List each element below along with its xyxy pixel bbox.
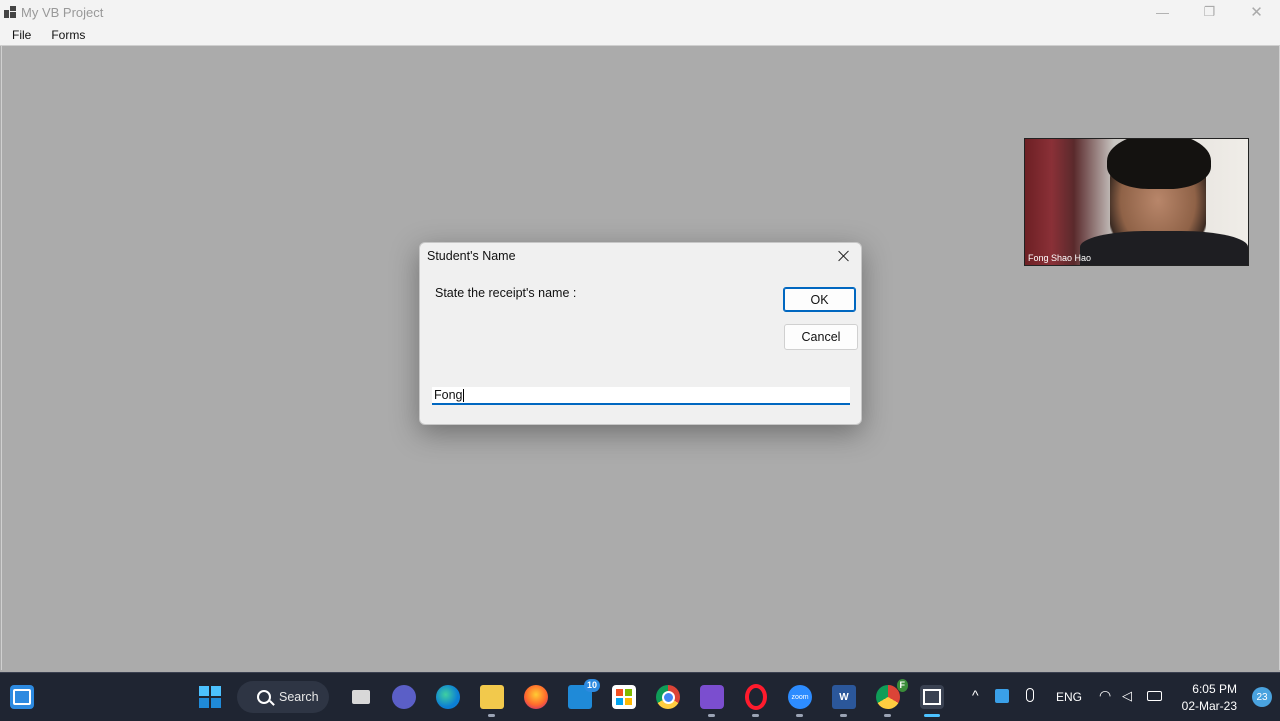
menubar: File Forms (0, 24, 1280, 46)
profile-badge: F (896, 679, 908, 692)
microphone-icon[interactable] (1026, 688, 1034, 702)
close-icon[interactable] (835, 247, 853, 265)
menu-file[interactable]: File (0, 28, 39, 42)
wifi-icon[interactable]: ◠ (1099, 687, 1111, 704)
video-tile: Fong Shao Hao (1024, 138, 1249, 266)
close-window-button[interactable]: ✕ (1233, 0, 1280, 24)
edge-icon[interactable] (436, 685, 460, 709)
name-input[interactable]: Fong (432, 387, 850, 405)
chrome-icon[interactable] (656, 685, 680, 709)
name-input-value: Fong (434, 388, 463, 402)
search-icon (257, 690, 271, 704)
chrome-profile-icon[interactable]: F (876, 679, 908, 709)
chevron-up-icon[interactable]: ^ (972, 687, 979, 703)
security-icon[interactable] (995, 689, 1009, 703)
cancel-button[interactable]: Cancel (784, 324, 858, 350)
dialog-title: Student's Name (427, 249, 516, 263)
firefox-icon[interactable] (524, 685, 548, 709)
battery-icon[interactable] (1147, 691, 1162, 701)
input-dialog: Student's Name State the receipt's name … (419, 242, 862, 425)
taskbar: Search 10 zoom W F ^ ENG ◠ ◁ 6:05 PM 02-… (0, 672, 1280, 721)
dialog-prompt: State the receipt's name : (435, 286, 577, 300)
participant-body (1080, 231, 1248, 265)
ok-button[interactable]: OK (783, 287, 856, 312)
window-titlebar: My VB Project — ❐ ✕ (0, 0, 1280, 24)
menu-forms[interactable]: Forms (39, 28, 93, 42)
volume-icon[interactable]: ◁ (1122, 688, 1132, 704)
store-icon[interactable] (612, 685, 636, 709)
participant-hair (1107, 139, 1211, 189)
text-caret (462, 388, 464, 402)
taskbar-search[interactable]: Search (237, 681, 329, 713)
participant-name: Fong Shao Hao (1028, 253, 1092, 263)
search-label: Search (279, 690, 319, 704)
word-icon[interactable]: W (832, 685, 856, 709)
app-icon (4, 6, 16, 18)
file-explorer-icon[interactable] (480, 685, 504, 709)
mail-icon[interactable]: 10 (568, 679, 600, 709)
restore-button[interactable]: ❐ (1186, 0, 1233, 24)
task-view-icon[interactable] (349, 685, 373, 709)
start-icon[interactable] (198, 685, 222, 709)
widgets-icon[interactable] (10, 685, 34, 709)
mail-badge: 10 (583, 679, 600, 692)
window-title: My VB Project (21, 4, 104, 20)
clock-time: 6:05 PM (1192, 682, 1237, 696)
vb-app-icon[interactable] (920, 685, 944, 709)
clock-date: 02-Mar-23 (1181, 699, 1237, 713)
visual-studio-icon[interactable] (700, 685, 724, 709)
system-clock[interactable]: 6:05 PM 02-Mar-23 (1182, 681, 1237, 715)
teams-chat-icon[interactable] (392, 685, 416, 709)
opera-icon[interactable] (744, 684, 768, 710)
notification-count[interactable]: 23 (1252, 687, 1272, 707)
zoom-icon[interactable]: zoom (788, 685, 812, 709)
minimize-button[interactable]: — (1139, 0, 1186, 24)
language-indicator[interactable]: ENG (1056, 690, 1082, 704)
